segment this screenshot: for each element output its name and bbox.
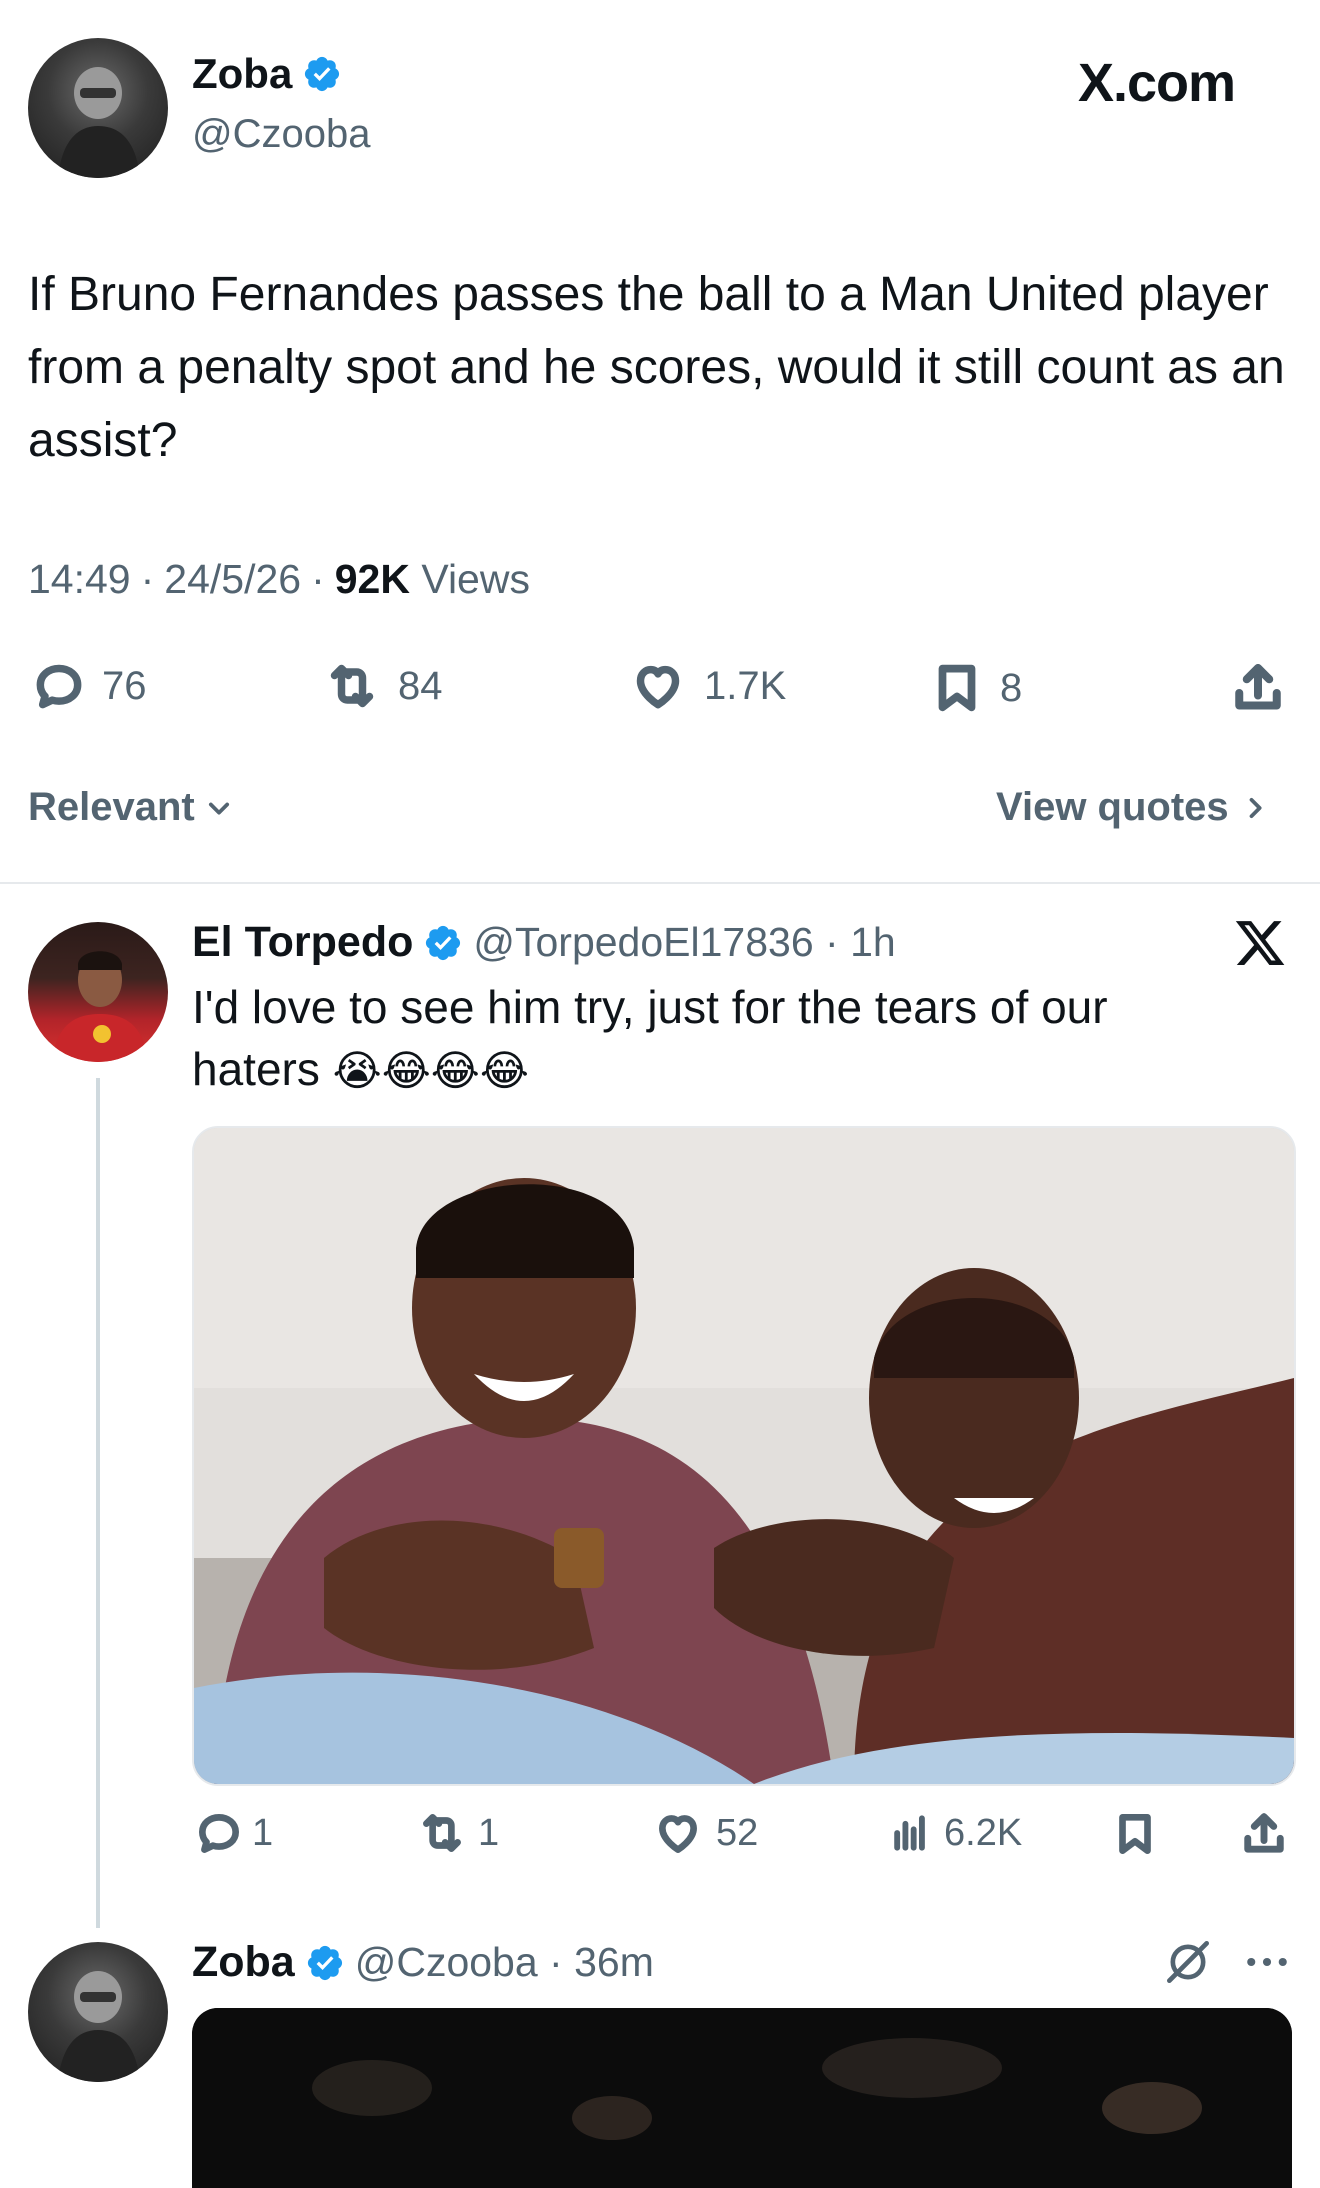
bookmark-button[interactable]: 8 <box>928 658 1022 718</box>
reply-views-count: 6.2K <box>944 1811 1023 1854</box>
reply2-avatar[interactable] <box>28 1942 168 2082</box>
bookmark-icon <box>938 664 976 712</box>
reply2-media-image[interactable] <box>192 2008 1292 2188</box>
share-icon <box>1244 1813 1284 1853</box>
bookmark-icon <box>1119 1814 1151 1854</box>
laughing-men-photo-icon <box>194 1128 1294 1784</box>
reply-share-button[interactable] <box>1238 1808 1290 1860</box>
x-logo-icon[interactable] <box>1232 916 1288 970</box>
meta-separator: · <box>140 556 155 602</box>
views-count: 92K <box>334 556 410 602</box>
reply-reply-button[interactable]: 1 <box>194 1808 273 1858</box>
verified-badge-icon <box>426 925 461 960</box>
section-divider <box>0 882 1320 884</box>
reply-icon <box>36 664 82 709</box>
like-button[interactable]: 1.7K <box>626 658 786 714</box>
author-name[interactable]: Zoba <box>192 50 292 98</box>
chevron-down-icon <box>208 802 229 815</box>
brand-label: X.com <box>1078 53 1236 113</box>
emoji-string: 😭😂😂😂 <box>332 1047 529 1094</box>
chevron-right-icon <box>1249 797 1262 818</box>
reply-repost-count: 1 <box>478 1811 500 1854</box>
verified-badge-icon <box>305 56 340 92</box>
grok-icon[interactable] <box>1160 1934 1216 1990</box>
author-handle[interactable]: @Czooba <box>192 112 370 157</box>
repost-button[interactable]: 84 <box>320 658 443 714</box>
repost-icon <box>423 1814 461 1852</box>
analytics-icon <box>894 1815 925 1851</box>
dark-crowd-photo-icon <box>192 2008 1292 2188</box>
sort-label: Relevant <box>28 785 195 829</box>
reply-text: I'd love to see him try, just for the te… <box>192 976 1232 1102</box>
reply-like-button[interactable]: 52 <box>650 1808 758 1858</box>
reply-count: 76 <box>102 663 147 708</box>
reply-handle-time[interactable]: @TorpedoEl17836 · 1h <box>473 919 895 966</box>
repost-icon <box>330 664 374 708</box>
reply-bookmark-button[interactable] <box>1110 1808 1160 1860</box>
heart-icon <box>659 1815 697 1853</box>
reply-views-button[interactable]: 6.2K <box>888 1808 1022 1858</box>
author-avatar[interactable] <box>28 38 168 178</box>
bookmark-count: 8 <box>1000 665 1023 710</box>
reply-repost-button[interactable]: 1 <box>414 1808 499 1858</box>
tweet-text: If Bruno Fernandes passes the ball to a … <box>28 268 1285 467</box>
verified-badge-icon <box>307 1945 342 1980</box>
reply-avatar[interactable] <box>28 922 168 1062</box>
tweet-date[interactable]: 24/5/26 <box>164 556 301 603</box>
more-options-icon[interactable] <box>1240 1944 1294 1980</box>
reply-button[interactable]: 76 <box>30 658 147 714</box>
heart-icon <box>636 665 680 709</box>
repost-count: 84 <box>398 663 443 708</box>
reply-author-name[interactable]: El Torpedo <box>192 918 413 967</box>
player-photo-icon <box>52 951 148 1062</box>
view-quotes-link[interactable]: View quotes <box>996 785 1269 830</box>
avatar-portrait-icon <box>58 1971 140 2082</box>
view-quotes-label: View quotes <box>996 785 1229 829</box>
avatar-portrait-icon <box>58 67 140 178</box>
reply-icon <box>199 1814 240 1853</box>
share-button[interactable] <box>1228 658 1288 718</box>
tweet-time[interactable]: 14:49 <box>28 556 131 603</box>
reply2-handle-time[interactable]: @Czooba · 36m <box>355 1939 654 1986</box>
reply2-author-name[interactable]: Zoba <box>192 1938 295 1987</box>
views-label: Views <box>421 556 530 602</box>
reply-like-count: 52 <box>716 1811 759 1854</box>
sort-dropdown[interactable]: Relevant <box>28 785 233 830</box>
meta-separator: · <box>311 556 325 602</box>
reply-media-image[interactable] <box>192 1126 1296 1786</box>
like-count: 1.7K <box>704 663 787 708</box>
share-icon <box>1235 664 1281 710</box>
reply-reply-count: 1 <box>252 1811 274 1854</box>
thread-line <box>96 1078 100 1928</box>
reply-text-body: I'd love to see him try, just for the te… <box>192 981 1108 1095</box>
